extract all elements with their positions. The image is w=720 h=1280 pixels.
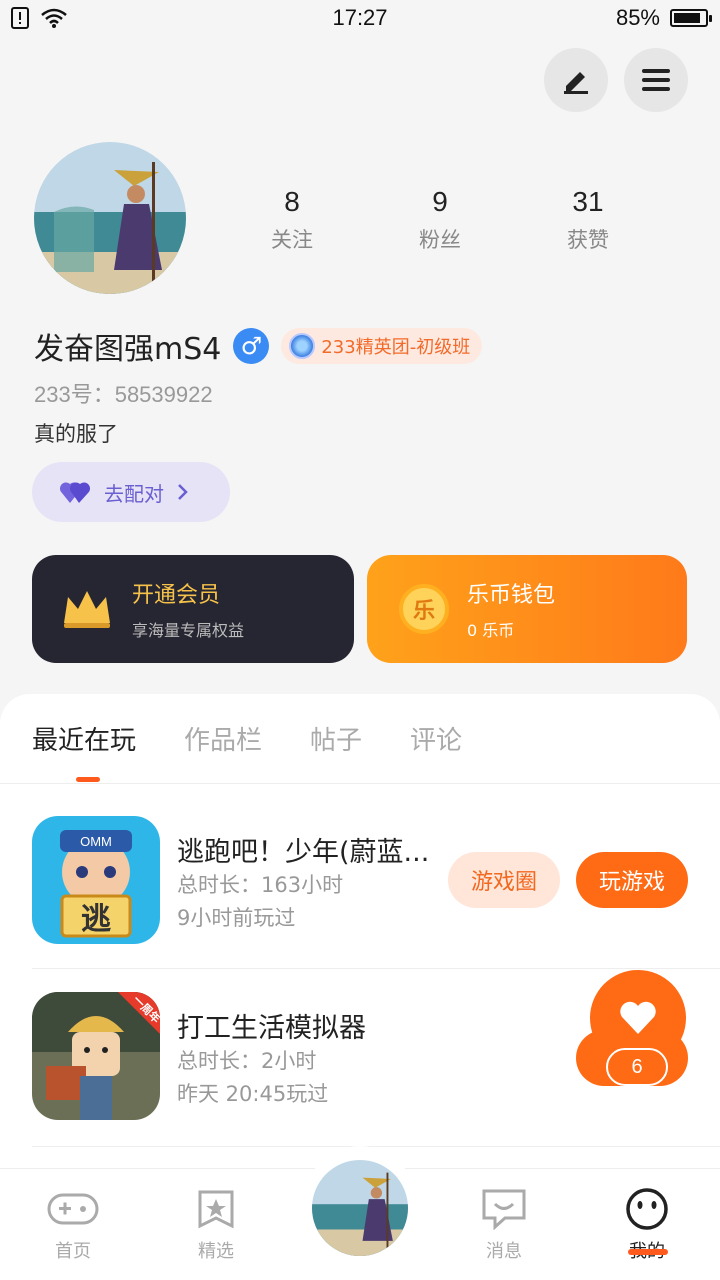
svg-text:逃: 逃 — [81, 902, 111, 937]
game-duration: 总时长：2小时 — [177, 1049, 317, 1073]
game-icon: OMM 逃 — [32, 816, 160, 944]
nav-featured-label: 精选 — [198, 1241, 234, 1262]
following-label: 关注 — [271, 228, 313, 252]
divider — [32, 968, 720, 969]
face-icon — [626, 1188, 668, 1230]
edit-profile-button[interactable] — [544, 48, 608, 112]
clock: 17:27 — [332, 5, 388, 30]
game-last-played: 昨天 20:45玩过 — [177, 1082, 329, 1106]
coin-balance: 0 乐币 — [467, 621, 515, 640]
bookmark-star-icon — [198, 1190, 234, 1229]
tab-comments[interactable]: 评论 — [410, 720, 462, 757]
menu-button[interactable] — [624, 48, 688, 112]
tab-recent-played[interactable]: 最近在玩 — [32, 720, 136, 757]
nav-featured[interactable]: 精选 — [161, 1187, 271, 1263]
status-bar: 17:27 85% — [0, 0, 720, 38]
vip-title: 开通会员 — [132, 583, 221, 608]
fans-count: 9 — [432, 186, 448, 217]
divider — [32, 1146, 720, 1147]
coin-wallet-card[interactable]: 乐 乐币钱包 0 乐币 — [367, 555, 687, 663]
tab-indicator — [76, 777, 100, 782]
crown-icon — [64, 591, 110, 628]
divider — [0, 783, 720, 784]
double-heart-icon — [60, 482, 91, 503]
username: 发奋图强mS4 — [34, 332, 222, 367]
nav-home-label: 首页 — [55, 1241, 91, 1262]
following-count: 8 — [284, 186, 300, 217]
vip-subtitle: 享海量专属权益 — [132, 621, 245, 640]
game-name: 逃跑吧！少年(蔚蓝... — [177, 837, 430, 868]
tab-posts[interactable]: 帖子 — [310, 720, 362, 757]
nav-home[interactable]: 首页 — [18, 1187, 128, 1263]
svg-text:OMM: OMM — [80, 834, 112, 849]
battery-icon — [670, 9, 712, 27]
game-last-played: 9小时前玩过 — [177, 906, 296, 930]
vip-card[interactable]: 开通会员 享海量专属权益 — [32, 555, 354, 663]
heart-icon — [620, 1001, 656, 1034]
edit-icon — [564, 72, 588, 94]
nav-avatar — [312, 1160, 408, 1256]
nav-messages-label: 消息 — [486, 1241, 522, 1262]
chevron-right-icon — [178, 484, 188, 500]
battery-percent: 85% — [615, 5, 660, 30]
menu-icon — [642, 69, 670, 91]
likes-stat[interactable]: 31 获赞 — [514, 186, 662, 254]
badge-label: 233精英团-初级班 — [321, 337, 471, 358]
nav-active-underline — [628, 1249, 668, 1255]
game-circle-button[interactable]: 游戏圈 — [448, 852, 560, 908]
profile-tabs: 最近在玩 作品栏 帖子 评论 — [32, 720, 462, 757]
elite-badge[interactable]: 233精英团-初级班 — [281, 328, 483, 364]
nav-center-avatar-button[interactable] — [304, 1146, 416, 1258]
profile-stats: 8 关注 9 粉丝 31 获赞 — [218, 186, 662, 254]
game-duration: 总时长：163小时 — [177, 873, 344, 897]
coin-icon: 乐 — [399, 584, 449, 634]
coin-title: 乐币钱包 — [467, 583, 556, 608]
fans-stat[interactable]: 9 粉丝 — [366, 186, 514, 254]
play-game-button[interactable]: 玩游戏 — [576, 852, 688, 908]
likes-count: 31 — [572, 186, 604, 217]
match-label: 去配对 — [104, 481, 164, 506]
male-gender-icon: ♂ — [233, 328, 270, 364]
chat-smile-icon — [482, 1189, 526, 1230]
user-id: 233号：58539922 — [34, 382, 213, 407]
likes-label: 获赞 — [567, 228, 609, 252]
nav-messages[interactable]: 消息 — [449, 1187, 559, 1263]
username-row: 发奋图强mS4 ♂ 233精英团-初级班 — [34, 324, 483, 368]
bio: 真的服了 — [34, 422, 118, 446]
gamepad-icon — [47, 1193, 99, 1225]
match-button[interactable]: 去配对 — [32, 462, 230, 522]
gem-icon — [289, 333, 316, 359]
following-stat[interactable]: 8 关注 — [218, 186, 366, 254]
profile-avatar[interactable] — [34, 142, 186, 294]
tab-works[interactable]: 作品栏 — [184, 720, 262, 757]
like-count-badge: 6 — [606, 1048, 668, 1086]
game-name: 打工生活模拟器 — [177, 1013, 366, 1044]
game-icon: 一周年 — [32, 992, 160, 1120]
fans-label: 粉丝 — [419, 228, 461, 252]
